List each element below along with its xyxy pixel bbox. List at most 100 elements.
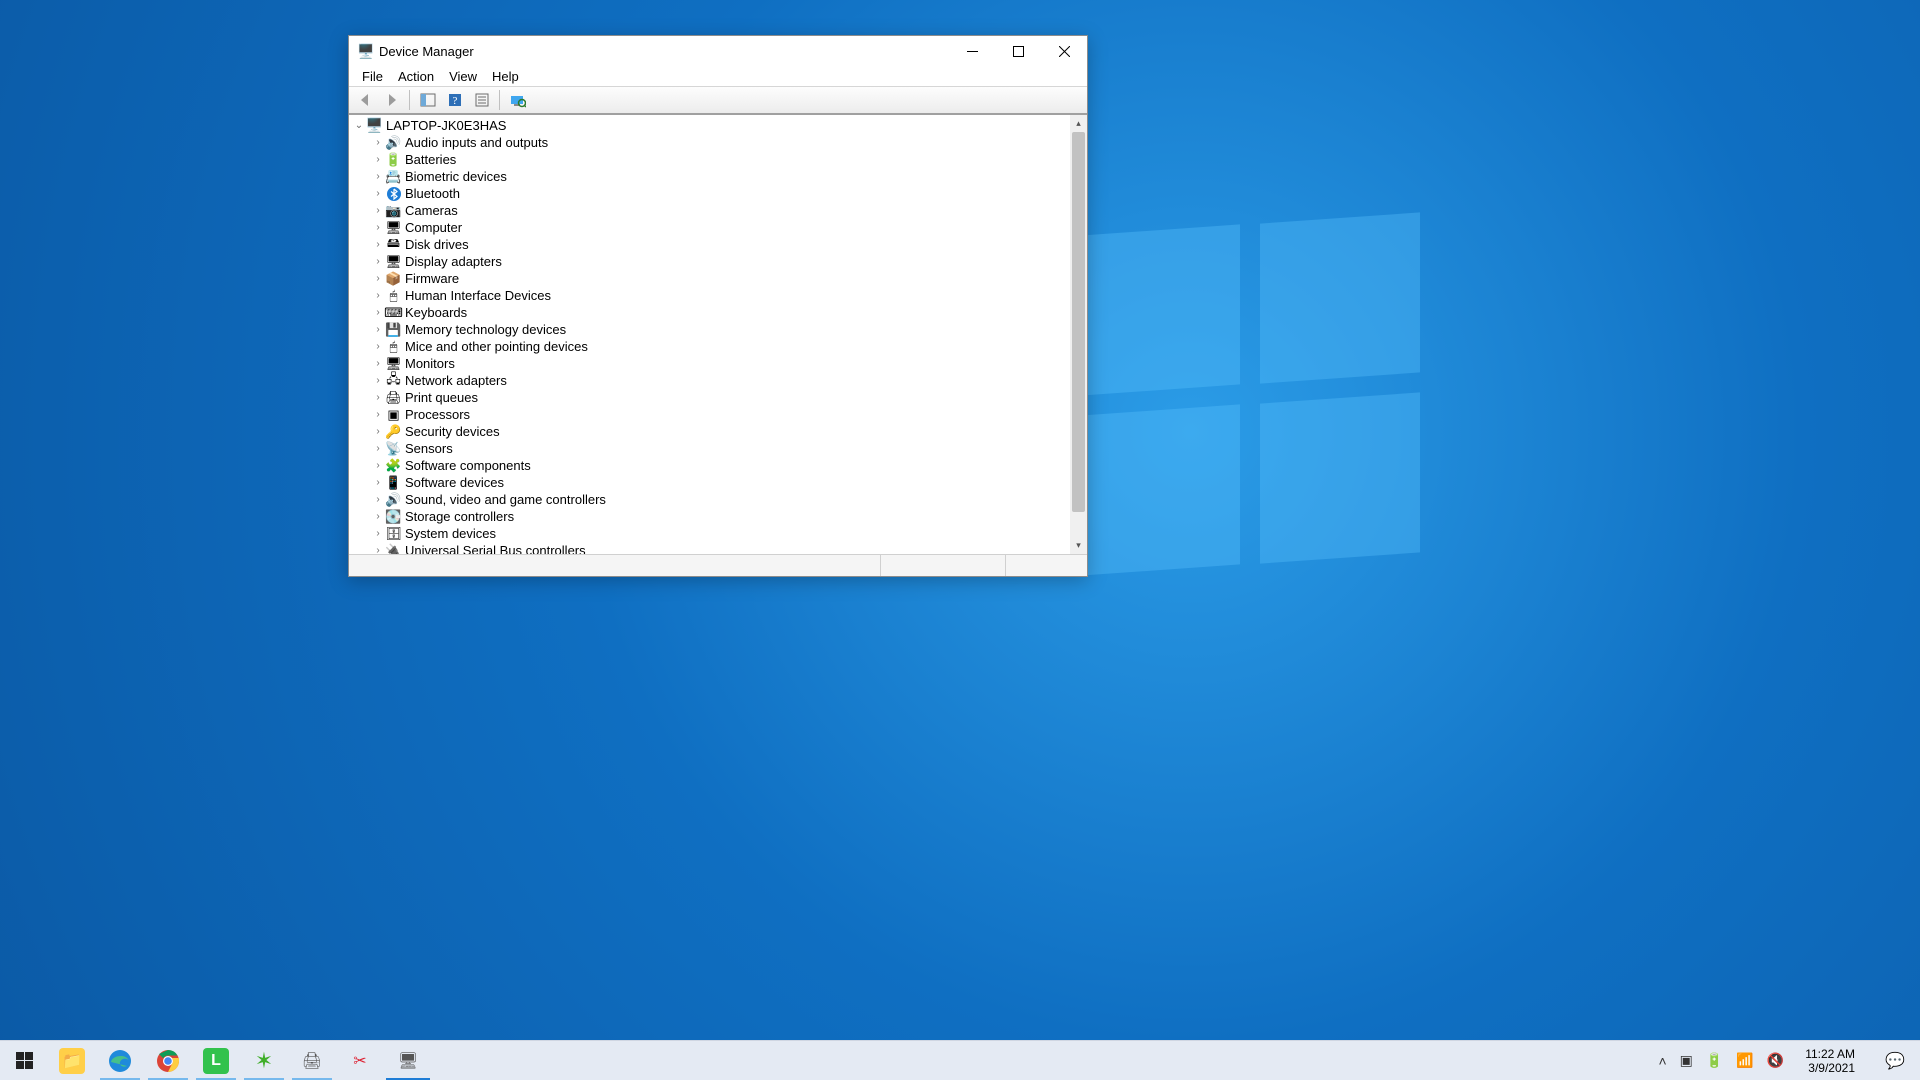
tree-item[interactable]: ›⌨Keyboards bbox=[371, 304, 1070, 321]
tree-item[interactable]: ›📡Sensors bbox=[371, 440, 1070, 457]
tree-item[interactable]: ›🔊Audio inputs and outputs bbox=[371, 134, 1070, 151]
expander-icon[interactable]: › bbox=[371, 477, 385, 488]
show-hide-console-tree-button[interactable] bbox=[416, 89, 439, 112]
expander-icon[interactable]: › bbox=[371, 443, 385, 454]
close-button[interactable] bbox=[1041, 36, 1087, 66]
tree-item[interactable]: ›🖥Display adapters bbox=[371, 253, 1070, 270]
scan-hardware-button[interactable] bbox=[506, 89, 529, 112]
taskbar-printer[interactable]: 🖨 bbox=[288, 1041, 336, 1080]
expander-icon[interactable]: › bbox=[371, 375, 385, 386]
expander-icon[interactable]: › bbox=[371, 256, 385, 267]
tree-item[interactable]: ›💽Storage controllers bbox=[371, 508, 1070, 525]
menu-file[interactable]: File bbox=[356, 67, 389, 86]
menu-help[interactable]: Help bbox=[486, 67, 525, 86]
tray-battery-icon[interactable]: 🔋 bbox=[1706, 1052, 1723, 1069]
expander-icon[interactable]: ⌄ bbox=[352, 120, 366, 131]
expander-icon[interactable]: › bbox=[371, 545, 385, 554]
tray-overflow-icon[interactable]: ˄ bbox=[1658, 1053, 1666, 1069]
taskbar-file-explorer[interactable]: 📁 bbox=[48, 1041, 96, 1080]
tree-item[interactable]: ›🖴Disk drives bbox=[371, 236, 1070, 253]
expander-icon[interactable]: › bbox=[371, 511, 385, 522]
taskbar: 📁 L ✶ 🖨 ✂ 🖥 ˄ ▣ 🔋 📶 🔇 11:22 AM 3/9/2021 … bbox=[0, 1040, 1920, 1080]
tree-item[interactable]: ›🖱Human Interface Devices bbox=[371, 287, 1070, 304]
expander-icon[interactable]: › bbox=[371, 307, 385, 318]
tree-root-label: LAPTOP-JK0E3HAS bbox=[383, 118, 506, 133]
action-center-button[interactable]: 💬 bbox=[1876, 1051, 1914, 1071]
forward-button[interactable] bbox=[380, 89, 403, 112]
expander-icon[interactable]: › bbox=[371, 171, 385, 182]
category-icon: 📇 bbox=[385, 168, 402, 185]
expander-icon[interactable]: › bbox=[371, 205, 385, 216]
expander-icon[interactable]: › bbox=[371, 528, 385, 539]
expander-icon[interactable]: › bbox=[371, 341, 385, 352]
back-button[interactable] bbox=[353, 89, 376, 112]
taskbar-app-green[interactable]: ✶ bbox=[240, 1041, 288, 1080]
category-icon: 🔌 bbox=[385, 542, 402, 554]
tree-item[interactable]: ›🖥Computer bbox=[371, 219, 1070, 236]
tree-item-label: System devices bbox=[402, 526, 496, 541]
taskbar-line[interactable]: L bbox=[192, 1041, 240, 1080]
tree-item[interactable]: ›📱Software devices bbox=[371, 474, 1070, 491]
taskbar-snip[interactable]: ✂ bbox=[336, 1041, 384, 1080]
expander-icon[interactable]: › bbox=[371, 154, 385, 165]
category-icon: 🖱 bbox=[385, 338, 402, 355]
expander-icon[interactable]: › bbox=[371, 222, 385, 233]
menu-action[interactable]: Action bbox=[392, 67, 440, 86]
tree-item[interactable]: ›🖥Monitors bbox=[371, 355, 1070, 372]
expander-icon[interactable]: › bbox=[371, 324, 385, 335]
tree-item[interactable]: ›💾Memory technology devices bbox=[371, 321, 1070, 338]
scroll-up-button[interactable]: ▴ bbox=[1070, 115, 1087, 132]
tree-item[interactable]: ›🔌Universal Serial Bus controllers bbox=[371, 542, 1070, 554]
tree-item[interactable]: ›📦Firmware bbox=[371, 270, 1070, 287]
vertical-scrollbar[interactable]: ▴ ▾ bbox=[1070, 115, 1087, 554]
taskbar-edge[interactable] bbox=[96, 1041, 144, 1080]
tree-item[interactable]: ›🗄System devices bbox=[371, 525, 1070, 542]
tree-item[interactable]: ›🖨Print queues bbox=[371, 389, 1070, 406]
tree-item[interactable]: ›▣Processors bbox=[371, 406, 1070, 423]
menu-view[interactable]: View bbox=[443, 67, 483, 86]
tray-wifi-icon[interactable]: 📶 bbox=[1736, 1052, 1753, 1069]
expander-icon[interactable]: › bbox=[371, 460, 385, 471]
tree-item[interactable]: ›🖧Network adapters bbox=[371, 372, 1070, 389]
expander-icon[interactable]: › bbox=[371, 409, 385, 420]
tree-item[interactable]: ›🔋Batteries bbox=[371, 151, 1070, 168]
category-icon: 🗄 bbox=[385, 525, 402, 542]
expander-icon[interactable]: › bbox=[371, 426, 385, 437]
tree-item[interactable]: ›Bluetooth bbox=[371, 185, 1070, 202]
tree-item[interactable]: ›🔑Security devices bbox=[371, 423, 1070, 440]
start-button[interactable] bbox=[0, 1041, 48, 1080]
scroll-down-button[interactable]: ▾ bbox=[1070, 537, 1087, 554]
help-button[interactable]: ? bbox=[443, 89, 466, 112]
maximize-button[interactable] bbox=[995, 36, 1041, 66]
properties-button[interactable] bbox=[470, 89, 493, 112]
category-icon: 🔋 bbox=[385, 151, 402, 168]
scroll-thumb[interactable] bbox=[1072, 132, 1085, 512]
expander-icon[interactable]: › bbox=[371, 239, 385, 250]
expander-icon[interactable]: › bbox=[371, 290, 385, 301]
taskbar-chrome[interactable] bbox=[144, 1041, 192, 1080]
expander-icon[interactable]: › bbox=[371, 137, 385, 148]
expander-icon[interactable]: › bbox=[371, 358, 385, 369]
category-icon: 🧩 bbox=[385, 457, 402, 474]
category-icon: 🖴 bbox=[385, 236, 402, 253]
minimize-button[interactable] bbox=[949, 36, 995, 66]
tree-item-label: Monitors bbox=[402, 356, 455, 371]
tray-graphics-icon[interactable]: ▣ bbox=[1680, 1052, 1693, 1069]
tree-item-label: Disk drives bbox=[402, 237, 469, 252]
tree-root[interactable]: ⌄ 🖥️ LAPTOP-JK0E3HAS bbox=[349, 117, 1070, 134]
tree-item[interactable]: ›📷Cameras bbox=[371, 202, 1070, 219]
tree-item[interactable]: ›🖱Mice and other pointing devices bbox=[371, 338, 1070, 355]
tray-clock[interactable]: 11:22 AM 3/9/2021 bbox=[1797, 1047, 1863, 1075]
taskbar-device-manager[interactable]: 🖥 bbox=[384, 1041, 432, 1080]
tree-item-label: Keyboards bbox=[402, 305, 467, 320]
titlebar[interactable]: 🖥️ Device Manager bbox=[349, 36, 1087, 66]
expander-icon[interactable]: › bbox=[371, 392, 385, 403]
tree-item[interactable]: ›🔊Sound, video and game controllers bbox=[371, 491, 1070, 508]
expander-icon[interactable]: › bbox=[371, 273, 385, 284]
tree-item[interactable]: ›📇Biometric devices bbox=[371, 168, 1070, 185]
category-icon bbox=[385, 185, 402, 202]
expander-icon[interactable]: › bbox=[371, 188, 385, 199]
tray-volume-icon[interactable]: 🔇 bbox=[1767, 1052, 1784, 1069]
tree-item[interactable]: ›🧩Software components bbox=[371, 457, 1070, 474]
expander-icon[interactable]: › bbox=[371, 494, 385, 505]
